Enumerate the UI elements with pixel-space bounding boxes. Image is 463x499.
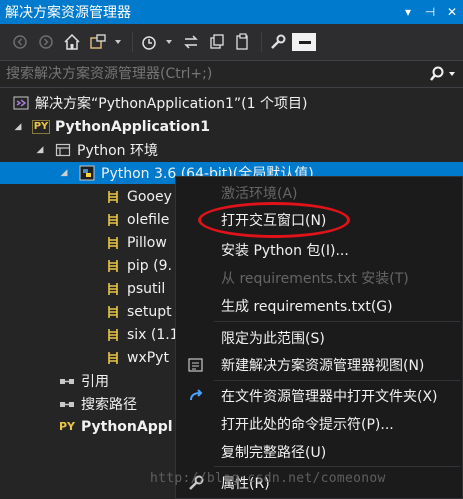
menu-item-activate-environment[interactable]: 激活环境(A) xyxy=(176,181,462,204)
tree-item-python-environments[interactable]: ◢ Python 环境 xyxy=(34,139,158,161)
python-environment-icon xyxy=(78,165,96,181)
forward-icon[interactable] xyxy=(34,30,58,54)
package-icon xyxy=(104,281,122,297)
redo-arrow-icon xyxy=(186,386,206,406)
show-all-files-icon[interactable] xyxy=(231,30,255,54)
menu-item-copy-full-path[interactable]: 复制完整路径(U) xyxy=(176,440,462,463)
python-file-icon: PY xyxy=(58,420,76,433)
menu-item-install-from-requirements[interactable]: 从 requirements.txt 安装(T) xyxy=(176,266,462,289)
package-label: Gooey xyxy=(127,189,172,205)
tree-item-package[interactable]: olefile xyxy=(104,209,169,231)
tree-item-solution[interactable]: 解决方案“PythonApplication1”(1 个项目) xyxy=(12,92,307,114)
package-icon xyxy=(104,258,122,274)
expanded-arrow-icon[interactable]: ◢ xyxy=(12,122,24,132)
home-icon[interactable] xyxy=(60,30,84,54)
search-paths-icon xyxy=(58,396,76,412)
package-icon xyxy=(104,189,122,205)
switch-views-icon[interactable] xyxy=(86,30,110,54)
visual-studio-solution-icon xyxy=(12,95,30,111)
menu-item-open-interactive-window[interactable]: 打开交互窗口(N) xyxy=(176,208,462,231)
tree-item-package[interactable]: Pillow xyxy=(104,232,167,254)
toolbar xyxy=(0,24,463,60)
context-menu: 激活环境(A) 打开交互窗口(N) 安装 Python 包(I)... 从 re… xyxy=(175,176,463,499)
tree-item-package[interactable]: Gooey xyxy=(104,186,172,208)
solution-label: 解决方案“PythonApplication1”(1 个项目) xyxy=(35,96,308,112)
package-label: olefile xyxy=(127,212,170,228)
menu-item-scope-to-this[interactable]: 限定为此范围(S) xyxy=(176,326,462,349)
package-icon xyxy=(104,235,122,251)
tree-item-search-paths[interactable]: 搜索路径 xyxy=(58,393,137,415)
window-title: 解决方案资源管理器 xyxy=(5,5,131,21)
menu-separator xyxy=(214,321,460,322)
back-icon[interactable] xyxy=(8,30,32,54)
new-view-icon xyxy=(186,355,206,375)
collapse-all-icon[interactable] xyxy=(205,30,229,54)
menu-item-install-python-package[interactable]: 安装 Python 包(I)... xyxy=(176,238,462,261)
package-label: psutil xyxy=(127,281,166,297)
title-bar: 解决方案资源管理器 ▾ ⊣ ✕ xyxy=(0,0,463,24)
package-icon xyxy=(104,212,122,228)
environment-folder-icon xyxy=(54,142,72,158)
close-icon[interactable]: ✕ xyxy=(441,0,463,24)
menu-item-open-in-file-explorer[interactable]: 在文件资源管理器中打开文件夹(X) xyxy=(176,384,462,407)
toolbar-separator xyxy=(132,32,133,52)
tree-item-project[interactable]: ◢ PY PythonApplication1 xyxy=(12,116,210,138)
python-file-label: PythonAppl xyxy=(81,419,173,435)
chevron-down-icon[interactable] xyxy=(112,30,124,54)
python-project-icon: PY xyxy=(31,120,51,134)
history-icon[interactable] xyxy=(137,30,161,54)
watermark: http://blog.csdn.net/comeonow xyxy=(150,471,386,486)
references-label: 引用 xyxy=(81,374,109,390)
tree-item-package[interactable]: pip (9. xyxy=(104,255,172,277)
package-icon xyxy=(104,350,122,366)
tree-item-package[interactable]: wxPyt xyxy=(104,347,169,369)
package-label: pip (9. xyxy=(127,258,172,274)
project-label: PythonApplication1 xyxy=(55,119,210,135)
sync-icon[interactable] xyxy=(179,30,203,54)
pin-icon[interactable]: ⊣ xyxy=(419,0,441,24)
package-icon xyxy=(104,304,122,320)
search-input[interactable] xyxy=(0,61,423,87)
tree-item-package[interactable]: psutil xyxy=(104,278,165,300)
tree-item-python-file[interactable]: PY PythonAppl xyxy=(58,416,173,438)
package-label: Pillow xyxy=(127,235,167,251)
search-bar xyxy=(0,60,463,88)
expanded-arrow-icon[interactable]: ◢ xyxy=(34,145,46,155)
preview-icon[interactable] xyxy=(292,33,316,51)
menu-item-new-solution-explorer-view[interactable]: 新建解决方案资源管理器视图(N) xyxy=(176,353,462,376)
chevron-down-icon[interactable] xyxy=(448,70,456,78)
package-label: six (1.1 xyxy=(127,327,179,343)
package-icon xyxy=(104,327,122,343)
tree-item-package[interactable]: setupt xyxy=(104,301,172,323)
package-label: setupt xyxy=(127,304,172,320)
references-icon xyxy=(58,373,76,389)
expanded-arrow-icon[interactable]: ◢ xyxy=(58,168,70,178)
menu-separator xyxy=(214,466,460,467)
toolbar-separator xyxy=(261,32,262,52)
menu-separator xyxy=(214,380,460,381)
menu-item-open-command-prompt[interactable]: 打开此处的命令提示符(P)... xyxy=(176,412,462,435)
search-icon[interactable] xyxy=(423,66,463,82)
menu-item-generate-requirements[interactable]: 生成 requirements.txt(G) xyxy=(176,294,462,317)
tree-item-references[interactable]: 引用 xyxy=(58,370,109,392)
tree-item-package[interactable]: six (1.1 xyxy=(104,324,179,346)
python-environments-label: Python 环境 xyxy=(77,143,158,159)
properties-icon[interactable] xyxy=(266,30,290,54)
window-options-dropdown-icon[interactable]: ▾ xyxy=(397,0,419,24)
package-label: wxPyt xyxy=(127,350,169,366)
search-paths-label: 搜索路径 xyxy=(81,397,137,413)
chevron-down-icon[interactable] xyxy=(163,30,175,54)
